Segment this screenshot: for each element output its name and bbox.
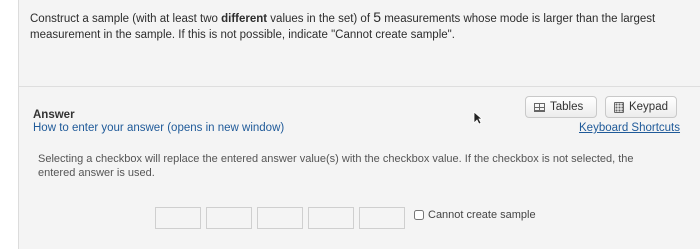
table-icon xyxy=(534,102,545,112)
answer-input-5[interactable] xyxy=(359,207,405,229)
answer-input-3[interactable] xyxy=(257,207,303,229)
checkbox-note: Selecting a checkbox will replace the en… xyxy=(38,153,634,179)
tables-label: Tables xyxy=(550,101,584,113)
how-to-enter-answer-link[interactable]: How to enter your answer (opens in new w… xyxy=(33,122,284,134)
question-prompt: Construct a sample (with at least two di… xyxy=(30,9,656,41)
answer-input-1[interactable] xyxy=(155,207,201,229)
keypad-icon xyxy=(614,101,624,113)
answer-label: Answer xyxy=(33,109,75,121)
tables-button[interactable]: Tables xyxy=(525,96,597,118)
answer-input-2[interactable] xyxy=(206,207,252,229)
question-panel: Construct a sample (with at least two di… xyxy=(18,0,700,249)
keyboard-shortcuts-link[interactable]: Keyboard Shortcuts xyxy=(579,122,680,134)
divider xyxy=(19,86,700,87)
answer-inputs xyxy=(155,207,405,229)
mouse-cursor-icon xyxy=(473,111,483,125)
cannot-create-sample-label: Cannot create sample xyxy=(428,209,536,221)
cannot-create-sample-checkbox[interactable] xyxy=(414,210,424,220)
answer-input-4[interactable] xyxy=(308,207,354,229)
keypad-button[interactable]: Keypad xyxy=(605,96,677,118)
keypad-label: Keypad xyxy=(628,101,668,113)
cannot-create-sample-option[interactable]: Cannot create sample xyxy=(414,209,536,221)
